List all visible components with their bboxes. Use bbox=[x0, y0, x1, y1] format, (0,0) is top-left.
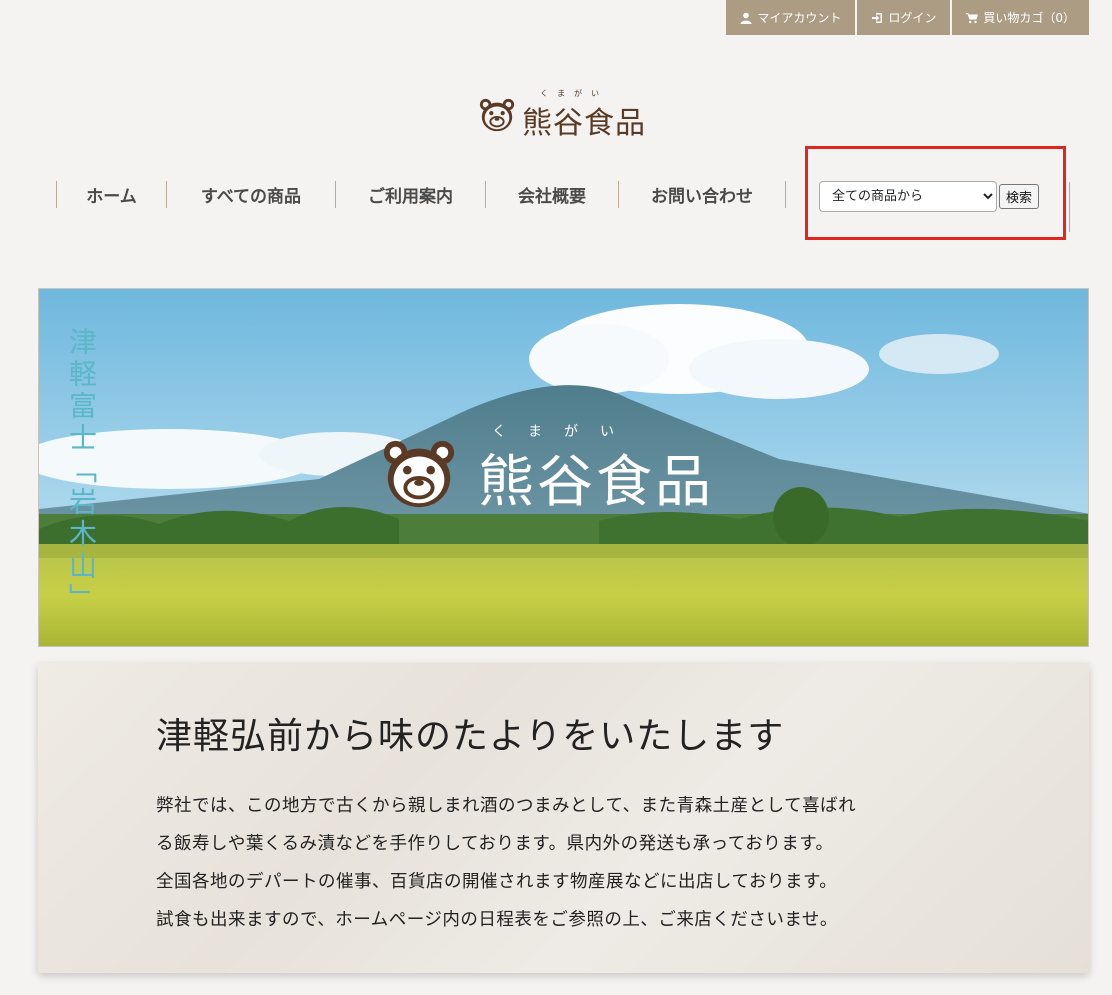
login-button[interactable]: ログイン bbox=[857, 0, 951, 35]
hero-logo-name: 熊谷食品 bbox=[478, 450, 714, 515]
hero-vertical-caption: 津軽富士「岩木山」 bbox=[65, 327, 98, 615]
intro-line: 弊社では、この地方で古くから親しまれ酒のつまみとして、また青森土産として喜ばれ bbox=[156, 796, 857, 816]
my-account-label: マイアカウント bbox=[757, 11, 842, 25]
top-account-bar: マイアカウント ログイン 買い物カゴ（0） bbox=[726, 0, 1089, 35]
nav-item-contact[interactable]: お問い合わせ bbox=[618, 181, 786, 208]
nav-item-guide[interactable]: ご利用案内 bbox=[335, 181, 485, 208]
cart-button[interactable]: 買い物カゴ（0） bbox=[952, 0, 1089, 35]
cart-icon bbox=[966, 12, 979, 23]
nav-item-home[interactable]: ホーム bbox=[56, 181, 166, 208]
search-scope-select[interactable]: 全ての商品から bbox=[819, 181, 997, 212]
intro-heading: 津軽弘前から味のたよりをいたします bbox=[156, 716, 785, 757]
login-icon bbox=[872, 12, 883, 23]
bear-logo-icon bbox=[383, 440, 455, 508]
hero-logo: くまがい 熊谷食品 bbox=[380, 424, 760, 515]
product-search: 全ての商品から 検索 bbox=[819, 181, 1040, 212]
user-icon bbox=[740, 12, 752, 24]
logo-name: 熊谷食品 bbox=[522, 106, 646, 141]
cart-label: 買い物カゴ（0） bbox=[983, 11, 1075, 25]
main-nav: ホーム すべての商品 ご利用案内 会社概要 お問い合わせ bbox=[56, 181, 786, 208]
bear-logo-icon bbox=[479, 98, 515, 132]
intro-line: 全国各地のデパートの催事、百貨店の開催されます物産展などに出店しております。 bbox=[156, 872, 838, 892]
intro-section: 津軽弘前から味のたよりをいたします 弊社では、この地方で古くから親しまれ酒のつま… bbox=[38, 663, 1089, 973]
site-logo[interactable]: くまがい 熊谷食品 bbox=[478, 88, 650, 141]
intro-text: 弊社では、この地方で古くから親しまれ酒のつまみとして、また青森土産として喜ばれ … bbox=[156, 787, 986, 939]
intro-line: る飯寿しや葉くるみ漬などを手作りしております。県内外の発送も承っております。 bbox=[156, 834, 834, 854]
my-account-button[interactable]: マイアカウント bbox=[726, 0, 856, 35]
hero-banner: 津軽富士「岩木山」 くまがい 熊谷食品 bbox=[38, 288, 1089, 647]
nav-item-all-products[interactable]: すべての商品 bbox=[166, 181, 335, 208]
nav-item-company[interactable]: 会社概要 bbox=[485, 181, 618, 208]
intro-line: 試食も出来ますので、ホームページ内の日程表をご参照の上、ご来店くださいませ。 bbox=[156, 910, 838, 930]
search-button[interactable]: 検索 bbox=[999, 184, 1040, 209]
login-label: ログイン bbox=[888, 11, 937, 25]
nav-divider bbox=[1069, 182, 1070, 232]
